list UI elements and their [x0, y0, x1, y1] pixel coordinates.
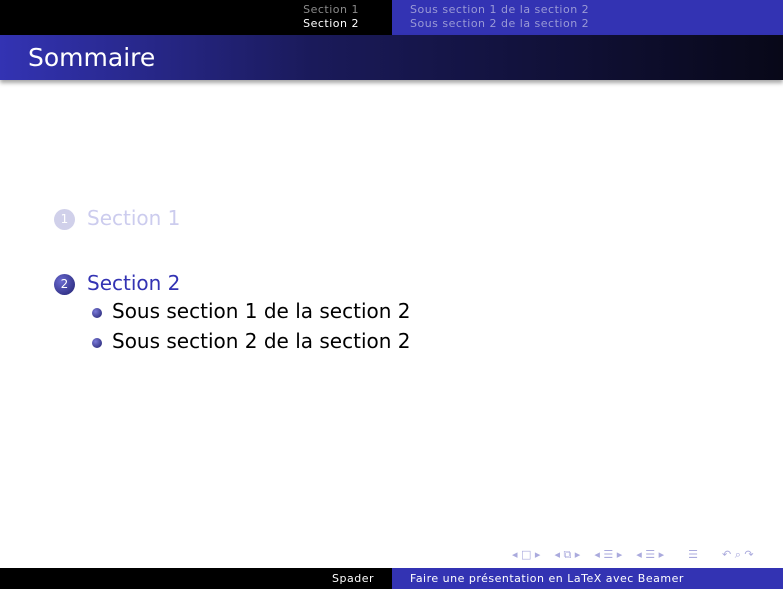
- document-nav-icon[interactable]: ☰: [688, 548, 698, 562]
- frame-title-bar: Sommaire: [0, 35, 783, 80]
- section-number: 1: [54, 209, 75, 230]
- subsection-nav-icon[interactable]: ◂ ⧉ ▸: [554, 548, 580, 562]
- bullet-icon: [92, 337, 102, 348]
- footer-author: Spader: [0, 568, 392, 589]
- nav-section-2[interactable]: Section 2: [0, 17, 359, 31]
- nav-subsection-2[interactable]: Sous section 2 de la section 2: [410, 17, 783, 31]
- subsection-label: Sous section 1 de la section 2: [112, 299, 411, 323]
- toc-subsection-2[interactable]: Sous section 2 de la section 2: [92, 329, 411, 353]
- subsection-list-nav-icon[interactable]: ◂ ☰ ▸: [636, 548, 664, 562]
- nav-subsection-1[interactable]: Sous section 1 de la section 2: [410, 3, 783, 17]
- search-back-forward-icon[interactable]: ↶ ⌕ ↷: [722, 548, 754, 562]
- nav-section-1[interactable]: Section 1: [0, 3, 359, 17]
- header-nav: Section 1 Section 2 Sous section 1 de la…: [0, 0, 783, 35]
- frame-title: Sommaire: [28, 43, 156, 72]
- section-label: Section 2: [87, 271, 181, 295]
- footer-title: Faire une présentation en LaTeX avec Bea…: [392, 568, 783, 589]
- section-number: 2: [54, 274, 75, 295]
- subsection-label: Sous section 2 de la section 2: [112, 329, 411, 353]
- footer: Spader Faire une présentation en LaTeX a…: [0, 568, 783, 589]
- toc-subsection-1[interactable]: Sous section 1 de la section 2: [92, 299, 411, 323]
- subsection-nav: Sous section 1 de la section 2 Sous sect…: [392, 0, 783, 35]
- toc-section-2[interactable]: 2 Section 2: [54, 271, 180, 295]
- bullet-icon: [92, 307, 102, 318]
- frame-nav-icon[interactable]: ◂ □ ▸: [512, 548, 540, 562]
- beamer-navigation: ◂ □ ▸ ◂ ⧉ ▸ ◂ ☰ ▸ ◂ ☰ ▸ ☰ ↶ ⌕ ↷: [512, 548, 754, 562]
- section-label: Section 1: [87, 206, 181, 230]
- section-nav: Section 1 Section 2: [0, 0, 392, 35]
- section-nav-icon[interactable]: ◂ ☰ ▸: [594, 548, 622, 562]
- toc-section-1[interactable]: 1 Section 1: [54, 206, 180, 230]
